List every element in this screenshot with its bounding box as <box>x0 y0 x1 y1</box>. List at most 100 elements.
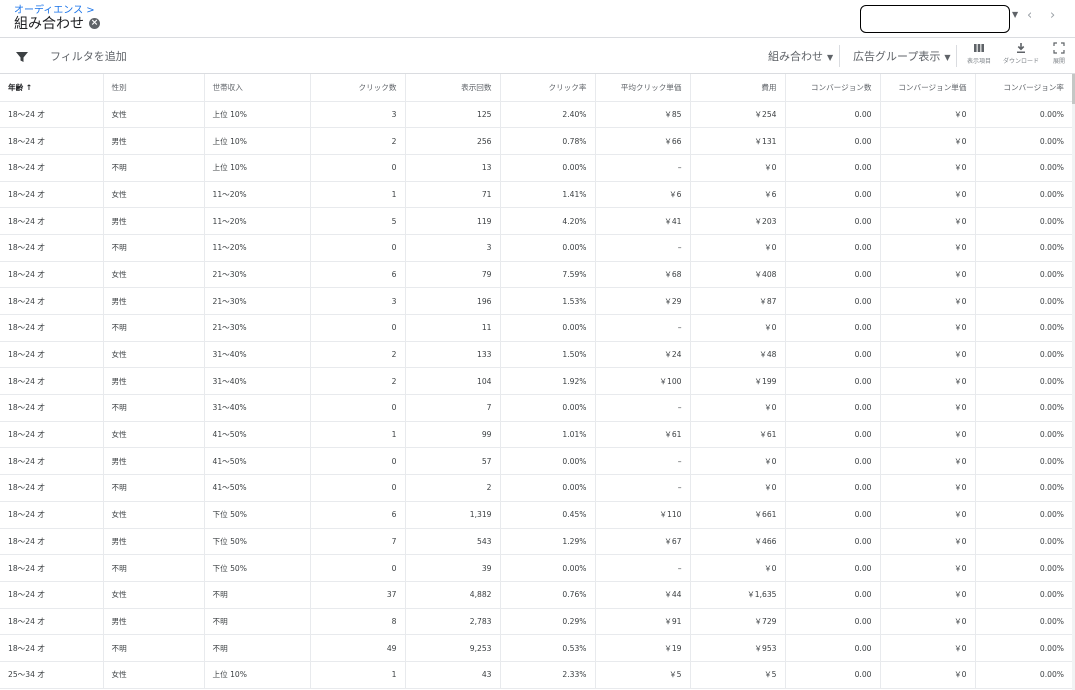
expand-button[interactable]: 展開 <box>1041 42 1075 65</box>
cell-cost: ￥466 <box>690 528 786 556</box>
download-button[interactable]: ダウンロード <box>1003 42 1039 65</box>
combination-dropdown-label: 組み合わせ <box>768 50 823 63</box>
cell-avg-cpc: – <box>595 234 691 262</box>
cell-avg-cpc: – <box>595 554 691 582</box>
cell-clicks: 5 <box>310 207 406 235</box>
cell-ctr: 0.00% <box>500 447 596 476</box>
cell-conversion-rate: 0.00% <box>975 421 1072 449</box>
cell-impressions: 39 <box>405 554 501 582</box>
cell-gender: 不明 <box>103 154 205 182</box>
cell-clicks: 0 <box>310 447 406 476</box>
cell-gender: 女性 <box>103 261 205 289</box>
cell-gender: 女性 <box>103 501 205 529</box>
cell-avg-cpc: ￥61 <box>595 421 691 449</box>
cell-impressions: 256 <box>405 127 501 155</box>
download-label: ダウンロード <box>1003 58 1040 65</box>
table-row: 18～24 才女性 41～50% 1 99 1.01% ￥61 ￥61 0.00 ￥0 0.00% <box>0 421 1072 449</box>
cell-clicks: 6 <box>310 501 406 529</box>
column-header-household-income[interactable]: 世帯収入 <box>204 74 311 102</box>
cell-conversion-rate: 0.00% <box>975 341 1072 369</box>
cell-conversion-rate: 0.00% <box>975 501 1072 529</box>
cell-cost: ￥0 <box>690 554 786 582</box>
cell-age: 18～24 才 <box>0 207 104 235</box>
column-header-avg-cpc[interactable]: 平均クリック単価 <box>595 74 691 102</box>
cell-household-income: 41～50% <box>204 474 311 502</box>
column-header-age[interactable]: 年齢 ↑ <box>0 74 104 102</box>
cell-ctr: 1.53% <box>500 287 596 315</box>
cell-ctr: 7.59% <box>500 261 596 289</box>
column-header-cost-per-conversion[interactable]: コンバージョン単価 <box>880 74 976 102</box>
table-row: 18～24 才不明 11～20% 0 3 0.00% – ￥0 0.00 ￥0 0.00% <box>0 234 1072 262</box>
cell-cost-per-conversion: ￥0 <box>880 528 976 556</box>
add-filter-button[interactable]: フィルタを追加 <box>50 48 127 64</box>
cell-conversion-rate: 0.00% <box>975 608 1072 636</box>
cell-age: 18～24 才 <box>0 154 104 182</box>
table-row: 18～24 才不明 下位 50% 0 39 0.00% – ￥0 0.00 ￥0 0.00% <box>0 554 1072 582</box>
cell-age: 18～24 才 <box>0 501 104 529</box>
table-row: 18～24 才女性 下位 50% 6 1,319 0.45% ￥110 ￥661 0.00 ￥0… <box>0 501 1072 529</box>
column-header-clicks[interactable]: クリック数 <box>310 74 406 102</box>
table-row: 18～24 才不明 21～30% 0 11 0.00% – ￥0 0.00 ￥0 0.00% <box>0 314 1072 342</box>
cell-conversions: 0.00 <box>785 581 881 609</box>
column-header-conversions[interactable]: コンバージョン数 <box>785 74 881 102</box>
cell-age: 18～24 才 <box>0 181 104 209</box>
cell-conversion-rate: 0.00% <box>975 101 1072 129</box>
title-row: 組み合わせ × <box>14 13 100 33</box>
cell-conversion-rate: 0.00% <box>975 554 1072 582</box>
cell-conversions: 0.00 <box>785 634 881 662</box>
table-row: 18～24 才男性 下位 50% 7 543 1.29% ￥67 ￥466 0.00 ￥0 0.0… <box>0 528 1072 556</box>
columns-icon <box>974 44 984 52</box>
adgroup-view-dropdown[interactable]: 広告グループ表示 ▼ <box>853 48 951 64</box>
cell-cost-per-conversion: ￥0 <box>880 261 976 289</box>
cell-cost: ￥6 <box>690 181 786 209</box>
cell-household-income: 11～20% <box>204 181 311 209</box>
cell-ctr: 2.40% <box>500 101 596 129</box>
cell-cost-per-conversion: ￥0 <box>880 101 976 129</box>
cell-avg-cpc: ￥100 <box>595 367 691 396</box>
cell-impressions: 79 <box>405 261 501 289</box>
cell-conversion-rate: 0.00% <box>975 394 1072 422</box>
account-selector-box[interactable] <box>860 5 1010 33</box>
cell-conversions: 0.00 <box>785 608 881 636</box>
chevron-right-icon[interactable]: › <box>1050 8 1055 23</box>
cell-household-income: 上位 10% <box>204 661 311 689</box>
cell-conversion-rate: 0.00% <box>975 581 1072 609</box>
cell-conversion-rate: 0.00% <box>975 261 1072 289</box>
cell-household-income: 31～40% <box>204 341 311 369</box>
cell-ctr: 0.00% <box>500 234 596 262</box>
cell-household-income: 41～50% <box>204 447 311 476</box>
cell-age: 18～24 才 <box>0 474 104 502</box>
cell-gender: 女性 <box>103 661 205 689</box>
account-dropdown-caret-icon[interactable]: ▼ <box>1012 10 1018 19</box>
cell-conversion-rate: 0.00% <box>975 127 1072 155</box>
cell-impressions: 71 <box>405 181 501 209</box>
cell-clicks: 3 <box>310 287 406 315</box>
cell-conversion-rate: 0.00% <box>975 234 1072 262</box>
cell-gender: 男性 <box>103 367 205 396</box>
column-header-gender[interactable]: 性別 <box>103 74 205 102</box>
column-header-ctr[interactable]: クリック率 <box>500 74 596 102</box>
cell-age: 18～24 才 <box>0 261 104 289</box>
filter-icon[interactable] <box>15 50 29 64</box>
cell-conversion-rate: 0.00% <box>975 314 1072 342</box>
cell-impressions: 1,319 <box>405 501 501 529</box>
column-header-cost[interactable]: 費用 <box>690 74 786 102</box>
page-title: 組み合わせ <box>14 16 84 32</box>
columns-button[interactable]: 表示項目 <box>961 42 997 65</box>
cell-ctr: 0.00% <box>500 554 596 582</box>
chevron-left-icon[interactable]: ‹ <box>1027 8 1032 23</box>
column-header-impressions[interactable]: 表示回数 <box>405 74 501 102</box>
cell-conversions: 0.00 <box>785 341 881 369</box>
cell-conversion-rate: 0.00% <box>975 154 1072 182</box>
toolbar-divider <box>839 45 840 67</box>
close-icon[interactable]: × <box>89 17 100 29</box>
column-header-conversion-rate[interactable]: コンバージョン率 <box>975 74 1072 102</box>
combination-dropdown[interactable]: 組み合わせ ▼ <box>768 48 833 64</box>
table-row: 18～24 才女性 不明 37 4,882 0.76% ￥44 ￥1,635 0.00 ￥0 0.… <box>0 581 1072 609</box>
table-header-row: 年齢 ↑ 性別 世帯収入 クリック数 表示回数 クリック率 平均クリック単価 費… <box>0 74 1072 102</box>
table-row: 18～24 才男性 不明 8 2,783 0.29% ￥91 ￥729 0.00 ￥0 0.00% <box>0 608 1072 636</box>
cell-age: 18～24 才 <box>0 127 104 155</box>
cell-cost-per-conversion: ￥0 <box>880 234 976 262</box>
cell-age: 18～24 才 <box>0 101 104 129</box>
cell-cost: ￥1,635 <box>690 581 786 609</box>
